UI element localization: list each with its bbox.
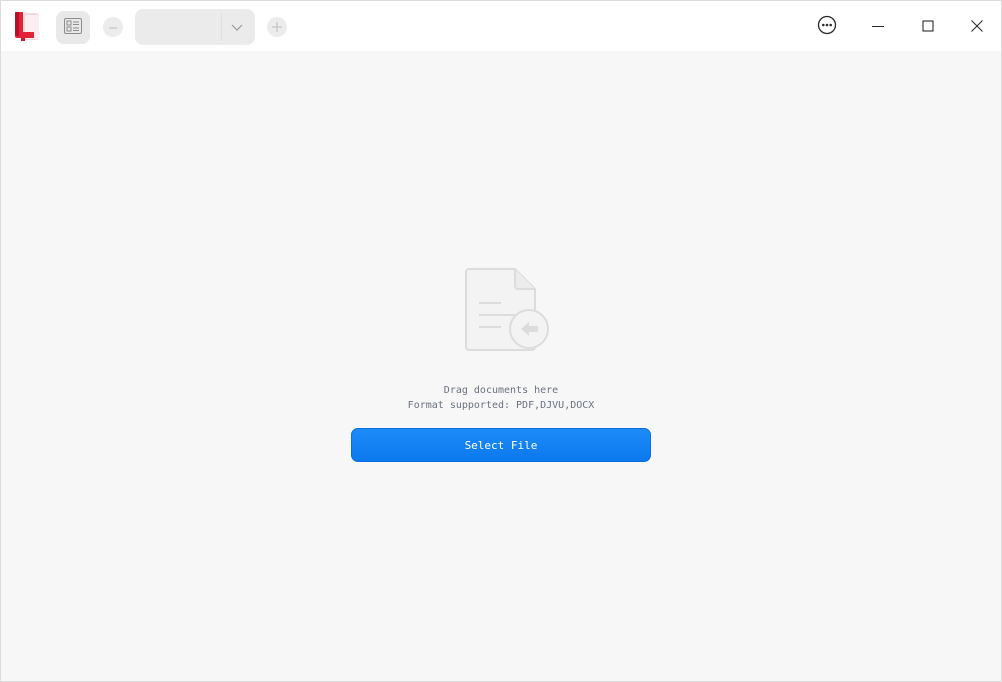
thumbnails-icon [64, 17, 82, 38]
close-button[interactable] [964, 14, 990, 40]
select-file-button[interactable]: Select File [351, 428, 651, 462]
minimize-button[interactable] [865, 14, 891, 40]
app-window: Drag documents here Format supported: PD… [0, 0, 1002, 682]
close-icon [970, 18, 984, 37]
more-options-icon [817, 15, 837, 39]
zoom-level-select[interactable] [135, 9, 255, 45]
minus-icon [108, 18, 118, 37]
zoom-in-button[interactable] [267, 17, 287, 37]
maximize-icon [921, 18, 935, 37]
titlebar [1, 1, 1001, 51]
zoom-out-button[interactable] [103, 17, 123, 37]
maximize-button[interactable] [915, 14, 941, 40]
zoom-combo-divider [221, 13, 222, 41]
plus-icon [271, 18, 283, 37]
supported-formats-text: Format supported: PDF,DJVU,DOCX [407, 400, 595, 411]
document-import-icon [461, 265, 555, 355]
chevron-down-icon[interactable] [229, 19, 245, 39]
main-menu-button[interactable] [814, 14, 840, 40]
thumbnails-button[interactable] [56, 11, 90, 44]
app-logo-icon [12, 10, 42, 42]
drag-hint-text: Drag documents here [443, 385, 559, 396]
minimize-icon [871, 18, 885, 37]
empty-state-dropzone[interactable]: Drag documents here Format supported: PD… [1, 51, 1001, 681]
